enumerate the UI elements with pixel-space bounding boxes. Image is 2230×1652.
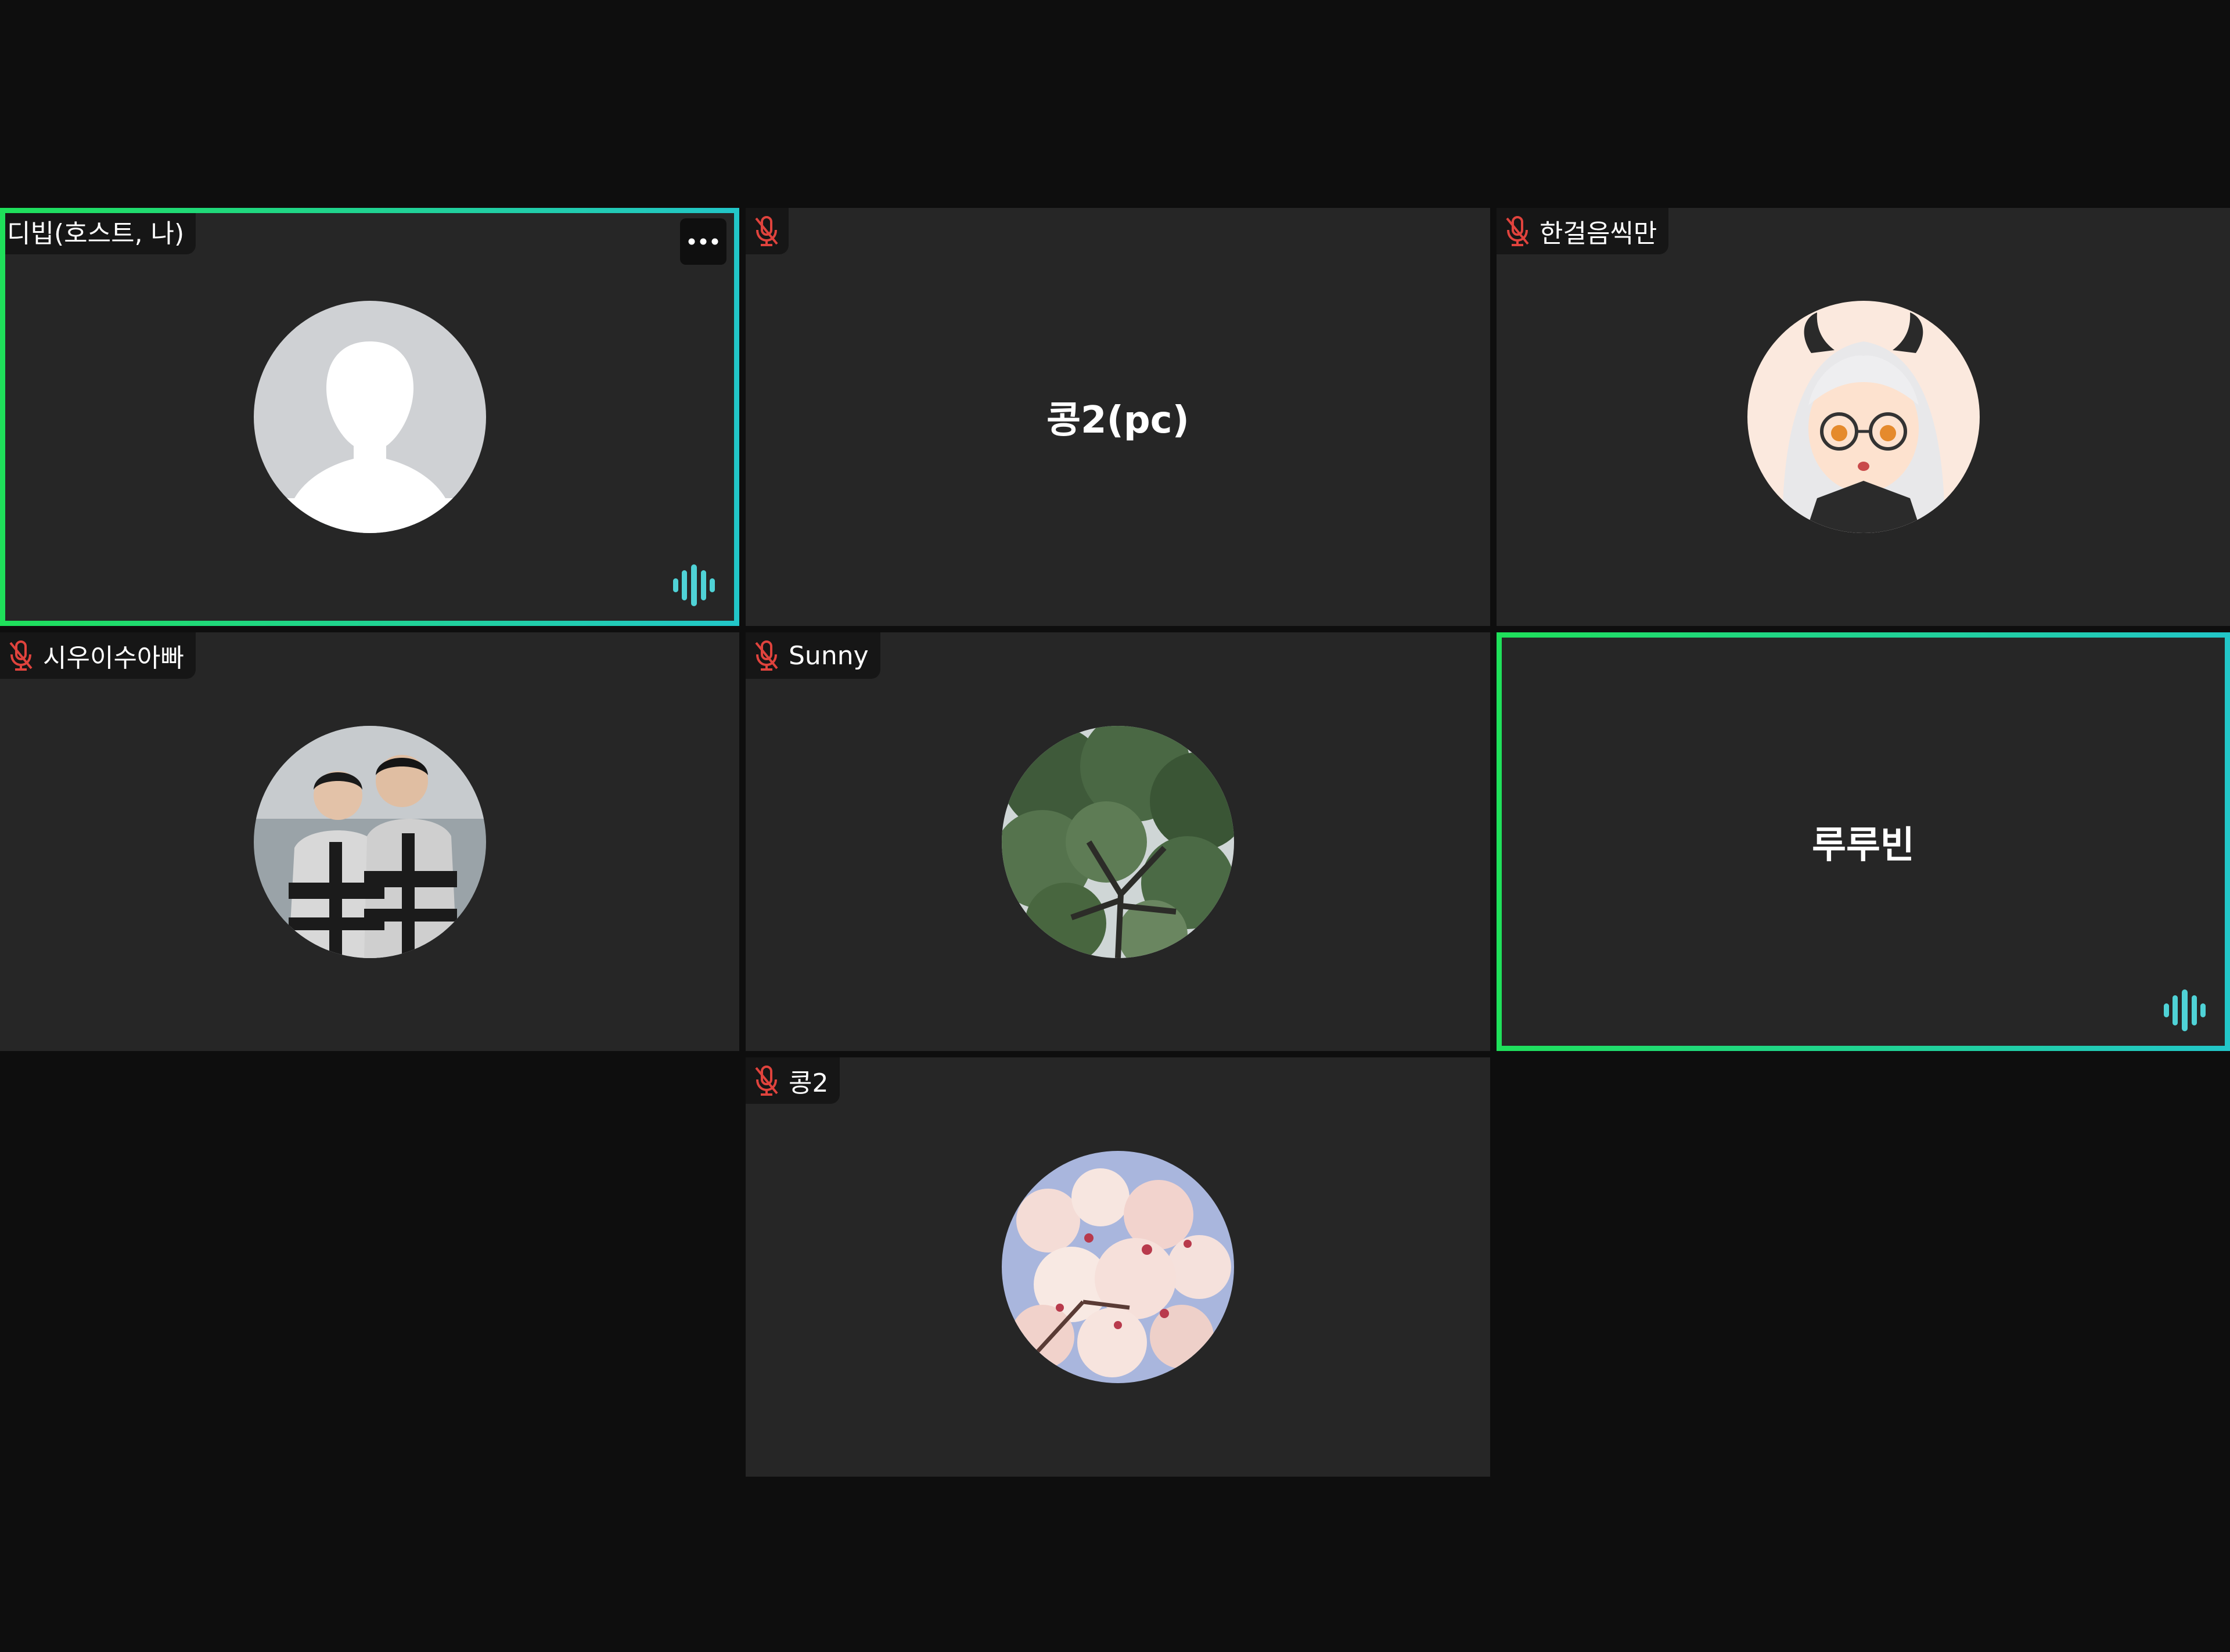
participant-name-tag: 콩2	[746, 1057, 840, 1104]
participant-tile[interactable]: 콩2(pc)	[746, 208, 1490, 626]
participant-name-tag: 한걸음씩만	[1497, 208, 1669, 254]
more-options-button[interactable]	[680, 218, 726, 265]
tree-canopy-photo-avatar	[1002, 725, 1234, 958]
audio-level-icon	[673, 564, 715, 606]
participant-name: Sunny	[789, 640, 869, 671]
participant-tile[interactable]: Sunny	[746, 632, 1490, 1051]
participant-name-tag: Sunny	[746, 632, 880, 679]
ellipsis-icon	[688, 238, 718, 245]
participant-display-name: 콩2(pc)	[1046, 399, 1189, 442]
participant-name-tag: 디빕(호스트, 나)	[0, 208, 196, 254]
participant-name-tag	[746, 208, 789, 254]
participant-name-tag: 시우이수아빠	[0, 632, 196, 679]
anime-character-avatar	[1747, 301, 1980, 533]
participant-tile[interactable]: 시우이수아빠	[0, 632, 739, 1051]
participant-name: 시우이수아빠	[43, 643, 184, 673]
participant-tile[interactable]: 한걸음씩만	[1497, 208, 2230, 626]
mic-muted-icon	[1504, 215, 1531, 247]
participant-display-name: 루루빈	[1812, 823, 1915, 867]
mic-muted-icon	[7, 639, 35, 672]
mic-muted-icon	[753, 639, 780, 672]
participant-tile-host[interactable]: 디빕(호스트, 나)	[0, 208, 739, 626]
participant-tile[interactable]: 루루빈	[1497, 632, 2230, 1051]
two-people-photo-avatar	[253, 725, 486, 958]
mic-muted-icon	[753, 215, 780, 247]
participant-name: 디빕(호스트, 나)	[7, 219, 185, 249]
default-person-icon	[253, 301, 486, 533]
cherry-blossom-photo-avatar	[1002, 1151, 1234, 1383]
participant-tile[interactable]: 콩2	[746, 1057, 1490, 1477]
participant-name: 한걸음씩만	[1540, 219, 1657, 249]
mic-muted-icon	[753, 1064, 780, 1097]
audio-level-icon	[2164, 989, 2206, 1031]
participant-name: 콩2	[789, 1068, 829, 1098]
